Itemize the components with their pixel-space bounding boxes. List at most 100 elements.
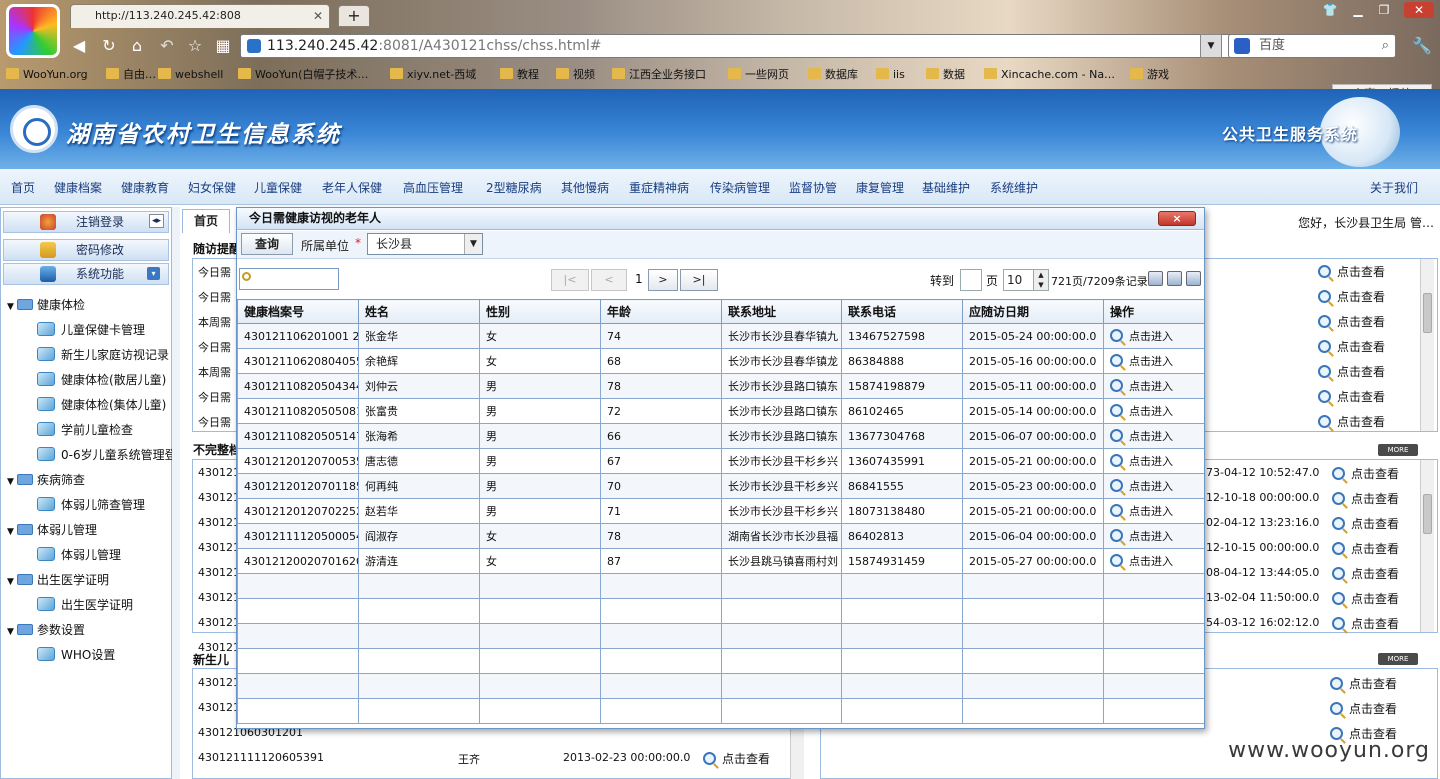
tree-toggle-icon[interactable]: ▼ (7, 577, 17, 587)
grid-column-header[interactable]: 联系电话 (841, 299, 963, 324)
bookmark-item[interactable]: iis (876, 67, 905, 83)
columns-icon[interactable] (1186, 271, 1201, 286)
view-link[interactable]: 点击查看 (703, 750, 770, 767)
view-link[interactable]: 点击查看 (1332, 540, 1399, 557)
grid-row[interactable]: 43012120120702252 赵若华男 71 长沙市长沙县干杉乡兴 1807313… (237, 498, 1204, 524)
bookmark-item[interactable]: WooYun(白帽子技术… (238, 67, 368, 83)
grid-row[interactable]: 430121106201001 22 张金华女 74 长沙市长沙县春华镇九 134675… (237, 323, 1204, 349)
grid-column-header[interactable]: 姓名 (358, 299, 480, 324)
followup-scrollbar[interactable] (1420, 259, 1434, 431)
view-link[interactable]: 点击查看 (1332, 590, 1399, 607)
menu-item[interactable]: 基础维护 (922, 179, 970, 196)
menu-item[interactable]: 健康档案 (54, 179, 102, 196)
enter-link[interactable]: 点击进入 (1110, 379, 1173, 393)
collapse-icon[interactable]: ◂▸ (148, 214, 164, 228)
bookmark-item[interactable]: 教程 (500, 67, 539, 83)
wrench-icon[interactable]: 🔧 (1408, 36, 1436, 56)
bookmark-item[interactable]: 数据库 (808, 67, 858, 83)
bookmark-item[interactable]: 游戏 (1130, 67, 1169, 83)
bookmark-item[interactable]: 江西全业务接口 (612, 67, 706, 83)
browser-tab[interactable]: http://113.240.245.42:808 ✕ (70, 4, 330, 28)
enter-link[interactable]: 点击进入 (1110, 329, 1173, 343)
tree-item[interactable]: WHO设置 (37, 646, 115, 663)
tree-item[interactable]: 0-6岁儿童系统管理登 (37, 446, 177, 463)
tree-group[interactable]: ▼ 健康体检 (7, 296, 85, 313)
bookmark-item[interactable]: webshell (158, 67, 223, 83)
system-functions-button[interactable]: 系统功能 ▾ (3, 263, 169, 285)
query-button[interactable]: 查询 (241, 233, 293, 255)
change-password-button[interactable]: 密码修改 (3, 239, 169, 261)
unit-select[interactable]: 长沙县 ▼ (367, 233, 483, 255)
view-link[interactable]: 点击查看 (1330, 700, 1397, 717)
grid-column-header[interactable]: 年龄 (600, 299, 722, 324)
tree-group[interactable]: ▼ 出生医学证明 (7, 571, 109, 588)
tree-item[interactable]: 学前儿童检查 (37, 421, 133, 438)
bookmark-item[interactable]: 数据 (926, 67, 965, 83)
view-link[interactable]: 点击查看 (1330, 675, 1397, 692)
more-button[interactable]: MORE (1378, 444, 1418, 456)
grid-row[interactable]: 43012110820504344 刘仲云男 78 长沙市长沙县路口镇东 1587419… (237, 373, 1204, 399)
back-icon[interactable]: ◀ (68, 36, 90, 56)
apps-icon[interactable]: ▦ (212, 36, 234, 56)
undo-icon[interactable]: ↶ (156, 36, 178, 56)
menu-item[interactable]: 儿童保健 (254, 179, 302, 196)
view-link[interactable]: 点击查看 (1332, 515, 1399, 532)
last-page-button[interactable]: >| (680, 269, 718, 291)
view-link[interactable]: 点击查看 (1332, 565, 1399, 582)
incomplete-scrollbar[interactable] (1420, 460, 1434, 632)
enter-link[interactable]: 点击进入 (1110, 354, 1173, 368)
menu-item[interactable]: 健康教育 (121, 179, 169, 196)
about-us-link[interactable]: 关于我们 (1370, 179, 1418, 196)
menu-item[interactable]: 其他慢病 (561, 179, 609, 196)
view-link[interactable]: 点击查看 (1318, 338, 1385, 355)
tree-item[interactable]: 出生医学证明 (37, 596, 133, 613)
enter-link[interactable]: 点击进入 (1110, 529, 1173, 543)
dropdown-arrow-icon[interactable]: ▼ (464, 234, 482, 254)
grid-row[interactable]: 43012111120500054 阎淑存女 78 湖南省长沙市长沙县福 8640281… (237, 523, 1204, 549)
export-icon[interactable] (1167, 271, 1182, 286)
home-icon[interactable]: ⌂ (126, 36, 148, 56)
enter-link[interactable]: 点击进入 (1110, 404, 1173, 418)
search-icon[interactable]: ⌕ (1382, 35, 1389, 57)
menu-item[interactable]: 首页 (11, 179, 35, 196)
url-dropdown-icon[interactable]: ▼ (1200, 34, 1222, 58)
bookmark-item[interactable]: 自由… (106, 67, 156, 83)
logout-button[interactable]: 注销登录 ◂▸ (3, 211, 169, 233)
tree-item[interactable]: 体弱儿筛查管理 (37, 496, 145, 513)
menu-item[interactable]: 高血压管理 (403, 179, 463, 196)
tree-item[interactable]: 新生儿家庭访视记录 (37, 346, 169, 363)
tree-item[interactable]: 体弱儿管理 (37, 546, 121, 563)
restore-icon[interactable]: ❐ (1372, 2, 1396, 18)
address-bar[interactable]: 113.240.245.42:8081/A430121chss/chss.htm… (240, 34, 1280, 58)
menu-item[interactable]: 监督协管 (789, 179, 837, 196)
tree-item[interactable]: 儿童保健卡管理 (37, 321, 145, 338)
menu-item[interactable]: 重症精神病 (629, 179, 689, 196)
view-link[interactable]: 点击查看 (1332, 615, 1399, 632)
view-link[interactable]: 点击查看 (1332, 490, 1399, 507)
filter-input[interactable] (239, 268, 339, 290)
view-link[interactable]: 点击查看 (1318, 313, 1385, 330)
next-page-button[interactable]: > (648, 269, 678, 291)
menu-item[interactable]: 传染病管理 (710, 179, 770, 196)
shirt-icon[interactable]: 👕 (1318, 2, 1342, 18)
grid-row[interactable]: 43012110820505147 张海希男 66 长沙市长沙县路口镇东 1367730… (237, 423, 1204, 449)
grid-row[interactable]: 43012120120701185 何再纯男 70 长沙市长沙县干杉乡兴 8684155… (237, 473, 1204, 499)
new-tab-button[interactable]: + (338, 5, 370, 27)
grid-row[interactable]: 43012120020701620 游清连女 87 长沙县跳马镇喜雨村刘 1587493… (237, 548, 1204, 574)
tree-group[interactable]: ▼ 参数设置 (7, 621, 85, 638)
minimize-icon[interactable]: ▁ (1346, 2, 1370, 18)
search-input[interactable]: 百度 ⌕ (1228, 34, 1396, 58)
sidebar-splitter[interactable] (172, 207, 180, 779)
enter-link[interactable]: 点击进入 (1110, 429, 1173, 443)
browser-logo-icon[interactable] (6, 4, 60, 58)
grid-row[interactable]: 43012110820505081 张富贵男 72 长沙市长沙县路口镇东 8610246… (237, 398, 1204, 424)
bookmark-item[interactable]: xiyv.net-西域 (390, 67, 476, 83)
tree-toggle-icon[interactable]: ▼ (7, 527, 17, 537)
tree-toggle-icon[interactable]: ▼ (7, 477, 17, 487)
tree-item[interactable]: 健康体检(集体儿童) (37, 396, 166, 413)
grid-column-header[interactable]: 操作 (1103, 299, 1204, 324)
tree-group[interactable]: ▼ 体弱儿管理 (7, 521, 97, 538)
enter-link[interactable]: 点击进入 (1110, 504, 1173, 518)
grid-row[interactable]: 43012120120700535 唐志德男 67 长沙市长沙县干杉乡兴 1360743… (237, 448, 1204, 474)
tree-group[interactable]: ▼ 疾病筛查 (7, 471, 85, 488)
